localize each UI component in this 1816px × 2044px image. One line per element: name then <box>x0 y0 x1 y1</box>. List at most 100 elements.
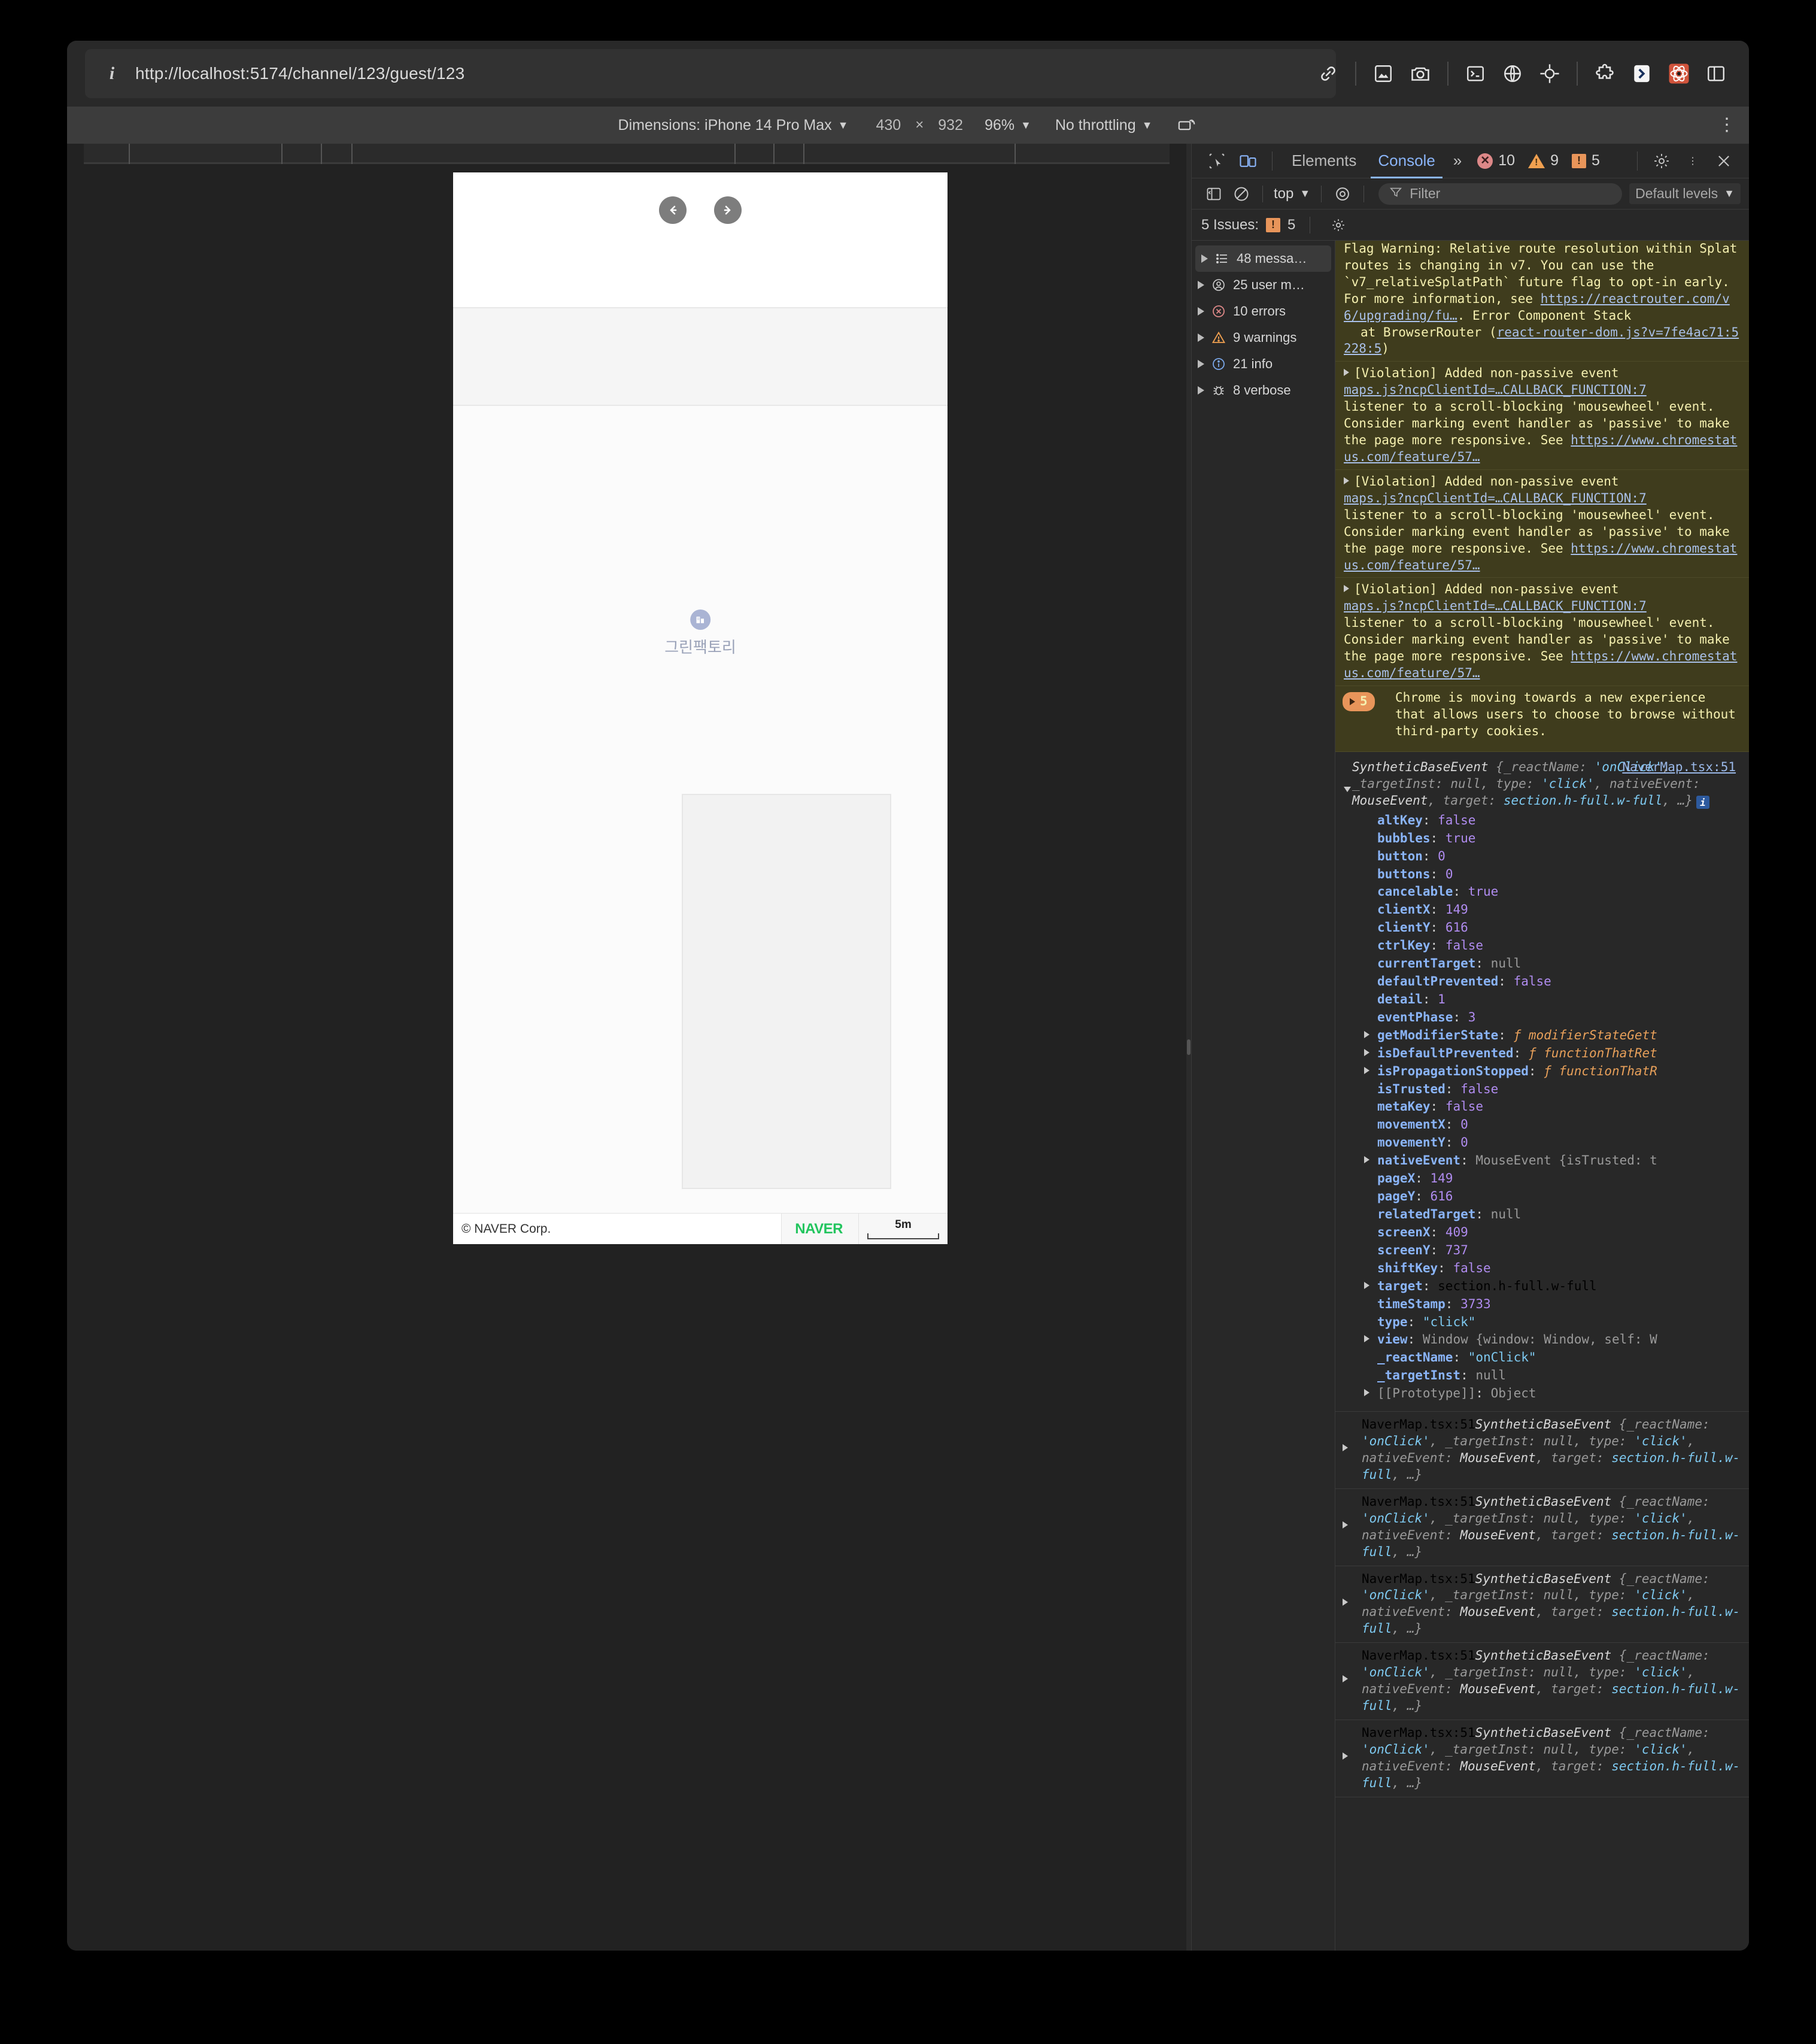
object-property[interactable]: movementY: 0 <box>1344 1134 1743 1152</box>
console-message-synthetic-event[interactable]: NaverMap.tsx:51 SyntheticBaseEvent {_reac… <box>1335 752 1749 1412</box>
sidebar-item-errors[interactable]: 10 errors <box>1192 298 1335 325</box>
log-levels-select[interactable]: Default levels ▼ <box>1629 183 1741 204</box>
height-input[interactable]: 932 <box>938 117 963 134</box>
console-message-synthetic-event-collapsed[interactable]: NaverMap.tsx:51 SyntheticBaseEvent {_reac… <box>1335 1566 1749 1643</box>
object-property[interactable]: isTrusted: false <box>1344 1081 1743 1099</box>
chevron-right-icon[interactable] <box>1344 477 1349 484</box>
device-more-options-icon[interactable]: ⋮ <box>1718 116 1736 134</box>
chevron-right-icon[interactable] <box>1364 1048 1369 1056</box>
show-sidebar-icon[interactable] <box>1200 180 1228 208</box>
device-select[interactable]: Dimensions: iPhone 14 Pro Max ▼ <box>618 117 849 134</box>
sidebar-item-messages[interactable]: 48 messa… <box>1195 245 1331 272</box>
object-property[interactable]: isDefaultPrevented: ƒ functionThatRet <box>1344 1045 1743 1063</box>
chevron-right-icon[interactable] <box>1364 1030 1369 1038</box>
object-property[interactable]: shiftKey: false <box>1344 1260 1743 1278</box>
chevron-right-icon[interactable] <box>1201 254 1208 263</box>
context-selector[interactable]: top ▼ <box>1270 186 1314 202</box>
console-message-source[interactable]: NaverMap.tsx:51 <box>1362 1417 1475 1432</box>
chevron-down-icon[interactable] <box>1344 786 1351 792</box>
console-message-source[interactable]: NaverMap.tsx:51 <box>1362 1725 1475 1740</box>
chevron-right-icon[interactable] <box>1198 281 1204 289</box>
naver-map-canvas[interactable]: 그린팩토리 © NAVER Corp. NAVER 5m <box>453 406 948 1244</box>
warning-count-badge[interactable]: 9 <box>1523 152 1563 169</box>
console-message-source[interactable]: NaverMap.tsx:51 <box>1622 759 1736 776</box>
console-message-source[interactable]: NaverMap.tsx:51 <box>1362 1494 1475 1509</box>
chevron-right-icon[interactable] <box>1343 1521 1348 1529</box>
object-property[interactable]: pageX: 149 <box>1344 1170 1743 1188</box>
nav-next-button[interactable] <box>714 196 742 224</box>
close-icon[interactable] <box>1708 145 1739 177</box>
clear-console-icon[interactable] <box>1228 180 1255 208</box>
chevron-right-icon[interactable] <box>1343 1675 1348 1683</box>
console-settings-icon[interactable] <box>1325 211 1352 239</box>
map-marker[interactable]: 그린팩토리 <box>664 609 736 657</box>
object-property[interactable]: _targetInst: null <box>1344 1367 1743 1385</box>
gear-icon[interactable] <box>1646 145 1677 177</box>
info-badge-icon[interactable]: i <box>1696 796 1709 809</box>
issues-count-badge[interactable]: ! 5 <box>1567 152 1605 169</box>
object-property[interactable]: relatedTarget: null <box>1344 1206 1743 1224</box>
chevron-right-icon[interactable] <box>1344 369 1349 377</box>
console-message-violation[interactable]: [Violation] Added non-passive event maps.… <box>1335 469 1749 578</box>
object-property[interactable]: ctrlKey: false <box>1344 937 1743 955</box>
object-property[interactable]: [[Prototype]]: Object <box>1344 1385 1743 1403</box>
chevron-right-icon[interactable] <box>1198 360 1204 368</box>
target-icon[interactable] <box>1531 55 1568 92</box>
sidebar-item-user-messages[interactable]: 25 user m… <box>1192 272 1335 298</box>
console-message-source[interactable]: maps.js?ncpClientId=…CALLBACK_FUNCTION:7 <box>1344 599 1647 613</box>
object-property[interactable]: view: Window {window: Window, self: W <box>1344 1331 1743 1349</box>
globe-icon[interactable] <box>1494 55 1531 92</box>
object-preview[interactable]: NaverMap.tsx:51 SyntheticBaseEvent {_reac… <box>1344 756 1743 812</box>
puzzle-icon[interactable] <box>1586 55 1623 92</box>
object-property[interactable]: clientY: 616 <box>1344 919 1743 937</box>
error-count-badge[interactable]: ✕ 10 <box>1472 152 1520 169</box>
console-message-violation[interactable]: [Violation] Added non-passive event maps.… <box>1335 362 1749 470</box>
site-info-icon[interactable]: i <box>102 63 122 84</box>
issues-bar[interactable]: 5 Issues: ! 5 <box>1192 210 1749 241</box>
tab-elements[interactable]: Elements <box>1281 144 1367 178</box>
object-property[interactable]: button: 0 <box>1344 848 1743 866</box>
console-message-source[interactable]: NaverMap.tsx:51 <box>1362 1648 1475 1663</box>
chevron-right-icon[interactable] <box>1198 386 1204 395</box>
split-panel-icon[interactable] <box>1697 55 1735 92</box>
object-property[interactable]: clientX: 149 <box>1344 901 1743 919</box>
object-property[interactable]: screenY: 737 <box>1344 1242 1743 1260</box>
terminal-icon[interactable] <box>1457 55 1494 92</box>
object-property[interactable]: buttons: 0 <box>1344 866 1743 884</box>
object-property[interactable]: type: "click" <box>1344 1314 1743 1332</box>
console-message-synthetic-event-collapsed[interactable]: NaverMap.tsx:51 SyntheticBaseEvent {_reac… <box>1335 1412 1749 1489</box>
console-message-violation[interactable]: [Violation] Added non-passive event maps.… <box>1335 578 1749 686</box>
object-property[interactable]: eventPhase: 3 <box>1344 1009 1743 1027</box>
console-message-synthetic-event-collapsed[interactable]: NaverMap.tsx:51 SyntheticBaseEvent {_reac… <box>1335 1643 1749 1720</box>
chevron-right-icon[interactable] <box>1364 1156 1369 1164</box>
object-property[interactable]: timeStamp: 3733 <box>1344 1296 1743 1314</box>
chevron-right-icon[interactable] <box>1364 1281 1369 1289</box>
chevron-right-icon[interactable] <box>1343 1444 1348 1452</box>
chevron-right-icon[interactable] <box>1343 1752 1348 1760</box>
object-property[interactable]: screenX: 409 <box>1344 1224 1743 1242</box>
sidebar-item-info[interactable]: 21 info <box>1192 351 1335 377</box>
object-property[interactable]: nativeEvent: MouseEvent {isTrusted: t <box>1344 1152 1743 1170</box>
link-icon[interactable] <box>1310 55 1347 92</box>
throttling-select[interactable]: No throttling ▼ <box>1055 117 1153 134</box>
camera-icon[interactable] <box>1402 55 1439 92</box>
chevron-right-icon[interactable] <box>1344 585 1349 593</box>
inspect-element-icon[interactable] <box>1201 145 1232 177</box>
more-tabs-icon[interactable]: » <box>1446 151 1469 170</box>
object-property[interactable]: movementX: 0 <box>1344 1116 1743 1134</box>
chevron-right-icon[interactable] <box>1364 1389 1369 1397</box>
live-expression-icon[interactable] <box>1329 180 1356 208</box>
width-input[interactable]: 430 <box>876 117 901 134</box>
console-message-synthetic-event-collapsed[interactable]: NaverMap.tsx:51 SyntheticBaseEvent {_reac… <box>1335 1489 1749 1566</box>
object-property[interactable]: bubbles: true <box>1344 830 1743 848</box>
chevron-right-icon[interactable] <box>1198 333 1204 342</box>
chevron-right-icon[interactable] <box>1198 307 1204 316</box>
console-message-list[interactable]: hook.js:608React Router FutureFlag Warni… <box>1335 241 1749 1951</box>
tab-console[interactable]: Console <box>1367 144 1445 178</box>
object-property[interactable]: detail: 1 <box>1344 991 1743 1009</box>
zoom-select[interactable]: 96% ▼ <box>985 117 1031 134</box>
address-bar[interactable]: i http://localhost:5174/channel/123/gues… <box>85 49 1336 98</box>
console-message-react-router[interactable]: hook.js:608React Router FutureFlag Warni… <box>1335 241 1749 362</box>
devtools-more-options-icon[interactable]: ⋮ <box>1677 145 1708 177</box>
react-devtools-icon[interactable] <box>1660 55 1697 92</box>
